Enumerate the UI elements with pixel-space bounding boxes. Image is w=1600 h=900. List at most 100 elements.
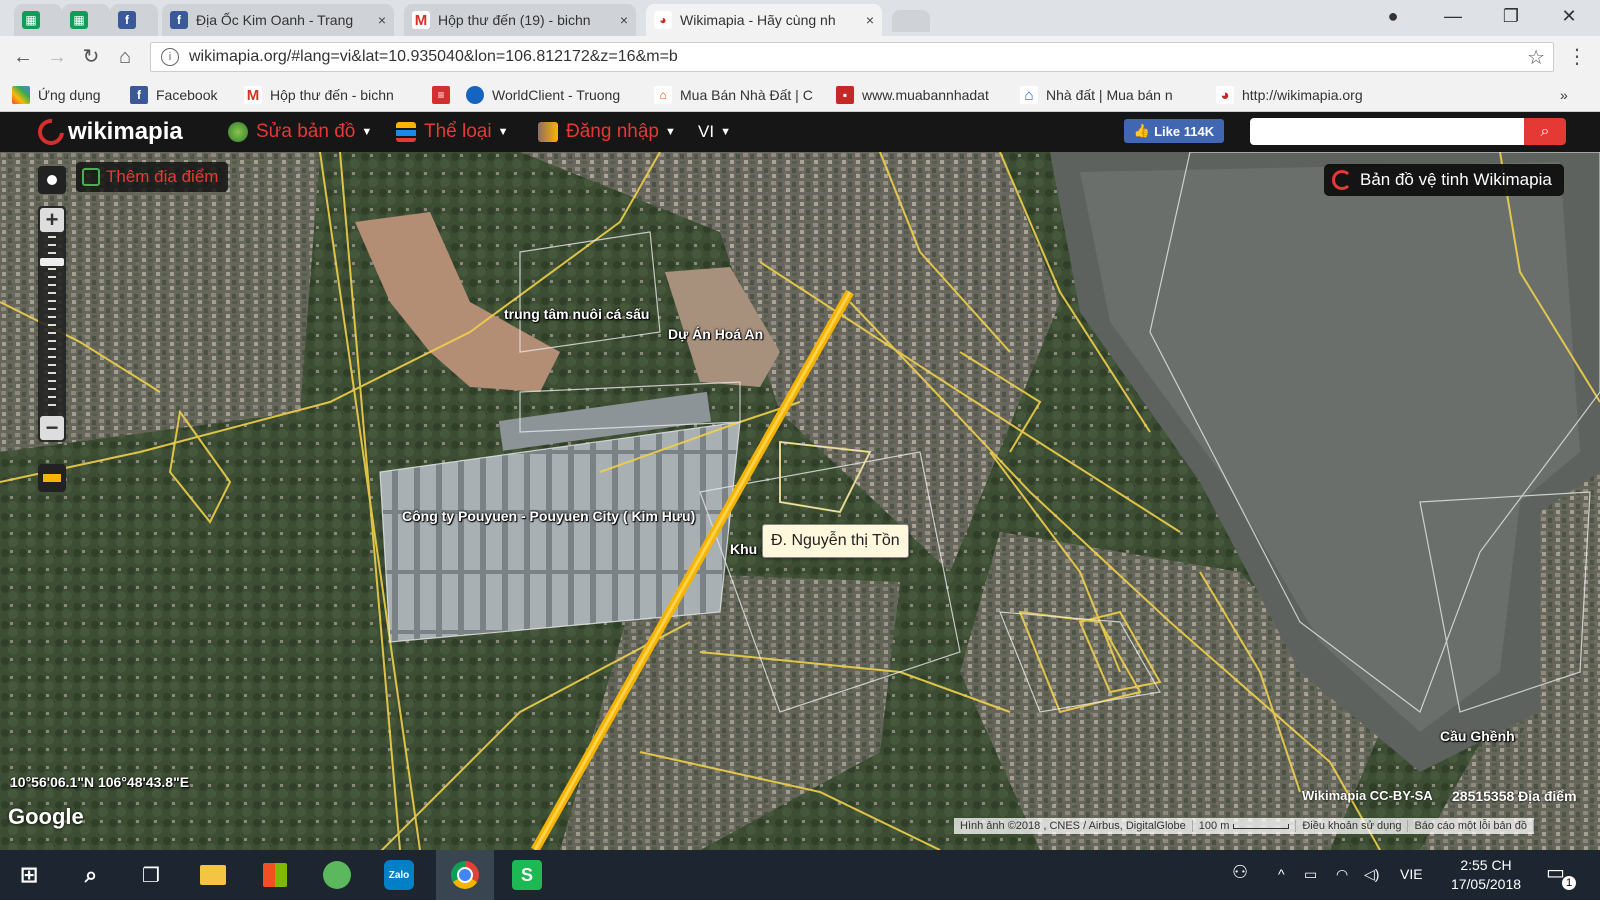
reload-icon[interactable]: ↻ [78,44,104,70]
file-explorer-icon[interactable] [196,858,230,892]
bookmark-wikimapia[interactable]: ◕ http://wikimapia.org [1216,85,1388,105]
bookmark-nhadat[interactable]: ⌂ Nhà đất | Mua bán n [1020,85,1196,105]
language-label: VI [698,122,715,141]
notification-badge: 1 [1562,876,1576,890]
map-label-cau-ghenh[interactable]: Cầu Ghềnh [1440,728,1515,744]
tab-title: Hộp thư đến (19) - bichn [438,12,591,28]
back-icon[interactable]: ← [10,44,36,70]
url-input[interactable] [187,47,1528,67]
add-place-icon [82,168,100,186]
menu-login[interactable]: Đăng nhập ▼ [538,120,676,144]
bookmark-muaban-nhadat[interactable]: ⌂ Mua Bán Nhà Đất | C [654,85,822,105]
minimize-icon[interactable]: — [1430,6,1476,27]
wikimapia-icon: ◕ [1216,86,1234,104]
map-label-pouyuen[interactable]: Công ty Pouyuen - Pouyuen City ( Kim Hưu… [402,508,695,524]
imagery-credit: Hình ảnh ©2018 , CNES / Airbus, DigitalG… [954,820,1193,832]
bookmark-label: Ứng dụng [38,87,101,103]
place-count: 28515358 Địa điểm [1452,788,1577,804]
thumbs-up-icon: 👍 [1133,123,1151,138]
zalo-icon[interactable]: Zalo [382,858,416,892]
home-icon[interactable]: ⌂ [112,44,138,70]
muaban-icon: ▪ [836,86,854,104]
windows-start-icon[interactable]: ⊞ [12,858,46,892]
zoom-control: + − [38,206,66,442]
site-info-icon[interactable]: i [161,48,179,66]
report-error-link[interactable]: Báo cáo một lỗi bản đồ [1408,820,1534,832]
restore-icon[interactable]: ❐ [1488,6,1534,27]
tab-dia-oc-kim-oanh[interactable]: f Địa Ốc Kim Oanh - Trang × [162,4,394,36]
license-text[interactable]: Wikimapia CC-BY-SA [1302,788,1433,803]
green-s-icon[interactable]: S [510,858,544,892]
people-icon[interactable]: ⚇ [1232,862,1248,883]
add-place-button[interactable]: Thêm địa điểm [76,162,229,192]
zoom-out-button[interactable]: − [40,416,64,440]
facebook-like-button[interactable]: 👍 Like 114K [1124,119,1224,143]
chrome-icon[interactable] [448,858,482,892]
language-selector[interactable]: VI ▼ [698,120,731,144]
wifi-icon[interactable]: ◠ [1336,866,1348,883]
zoom-slider-thumb[interactable] [40,258,64,267]
terms-link[interactable]: Điều khoản sử dụng [1296,820,1409,832]
bookmark-label: Facebook [156,87,218,103]
close-icon[interactable]: × [378,12,386,28]
forward-icon[interactable]: → [44,44,70,70]
facebook-icon: f [170,11,188,29]
caret-down-icon: ▼ [497,126,509,138]
location-dot-icon [47,175,57,185]
apps-grid-icon [12,86,30,104]
menu-kebab-icon[interactable]: ⋮ [1564,44,1590,70]
map-search-input[interactable] [1250,118,1524,145]
bookmarks-bar: Ứng dụng f Facebook M Hộp thư đến - bich… [0,78,1600,112]
browser-toolbar: ← → ↻ ⌂ i ☆ ⋮ [0,36,1600,78]
search-button[interactable]: ⌕ [1524,118,1566,145]
login-icon [538,122,558,142]
profile-icon[interactable]: ● [1370,6,1416,27]
bookmark-gmail[interactable]: M Hộp thư đến - bichn [244,85,414,105]
tab-sheets-2[interactable]: ▦ [62,4,110,36]
wikimapia-logo-icon [32,113,70,151]
add-place-label: Thêm địa điểm [106,167,219,186]
volume-icon[interactable]: ◁) [1364,866,1379,883]
input-language[interactable]: VIE [1400,866,1423,882]
home-blue-icon: ⌂ [1020,86,1038,104]
battery-icon[interactable]: ▭ [1304,866,1317,883]
search-icon[interactable]: ⌕ [74,858,108,892]
green-app-icon[interactable] [320,858,354,892]
tab-wikimapia[interactable]: ◕ Wikimapia - Hãy cùng nh × [646,4,882,36]
map-label-crocodile-center[interactable]: trung tâm nuôi cá sấu [504,306,649,322]
bookmark-apps[interactable]: Ứng dụng [12,85,120,105]
tab-facebook[interactable]: f [110,4,158,36]
ruler-icon [43,474,61,482]
close-icon[interactable]: × [620,12,628,28]
bookmark-worldclient[interactable]: WorldClient - Truong [466,85,638,105]
show-hidden-icons-icon[interactable]: ^ [1278,866,1285,882]
menu-categories[interactable]: Thể loại ▼ [396,120,509,144]
tab-title: Wikimapia - Hãy cùng nh [680,12,836,28]
close-icon[interactable]: × [866,12,874,28]
wikimapia-logo[interactable]: wikimapia [32,113,183,151]
bookmark-muabannhadat-www[interactable]: ▪ www.muabannhadat [836,85,1008,105]
clock-date: 17/05/2018 [1450,876,1522,892]
bookmark-facebook[interactable]: f Facebook [130,85,232,105]
tab-gmail[interactable]: M Hộp thư đến (19) - bichn × [404,4,636,36]
tab-strip: ▦ ▦ f f Địa Ốc Kim Oanh - Trang × M Hộp … [0,0,1600,36]
new-tab-button[interactable] [892,10,930,32]
bookmark-red[interactable]: ≡ [432,85,454,105]
window-close-icon[interactable]: ✕ [1546,6,1592,27]
my-location-button[interactable] [38,166,66,194]
map-label-hoa-an-project[interactable]: Dự Án Hoá An [668,326,763,342]
satellite-map[interactable]: trung tâm nuôi cá sấu Dự Án Hoá An Công … [0,152,1600,850]
bookmark-star-icon[interactable]: ☆ [1527,45,1545,70]
task-view-icon[interactable]: ❐ [134,858,168,892]
zoom-in-button[interactable]: + [40,208,64,232]
menu-label: Thể loại [424,121,492,142]
store-icon[interactable] [258,858,292,892]
tab-sheets-1[interactable]: ▦ [14,4,62,36]
zalo-label: Zalo [384,860,414,890]
logo-text: wikimapia [68,118,183,145]
map-type-button[interactable]: Bản đồ vệ tinh Wikimapia [1324,164,1564,196]
more-bookmarks-icon[interactable]: » [1560,85,1580,105]
clock[interactable]: 2:55 CH 17/05/2018 [1446,856,1526,894]
menu-edit-map[interactable]: Sửa bản đồ ▼ [228,120,372,144]
ruler-tool-button[interactable] [38,464,66,492]
